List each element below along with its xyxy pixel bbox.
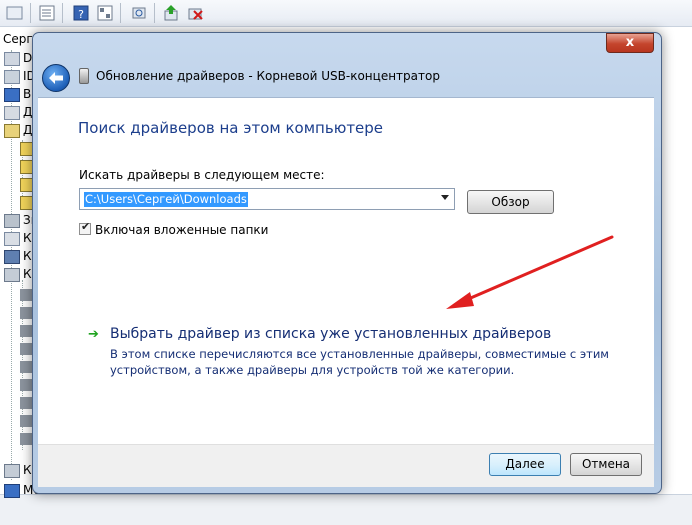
red-arrow-annotation (446, 235, 614, 309)
